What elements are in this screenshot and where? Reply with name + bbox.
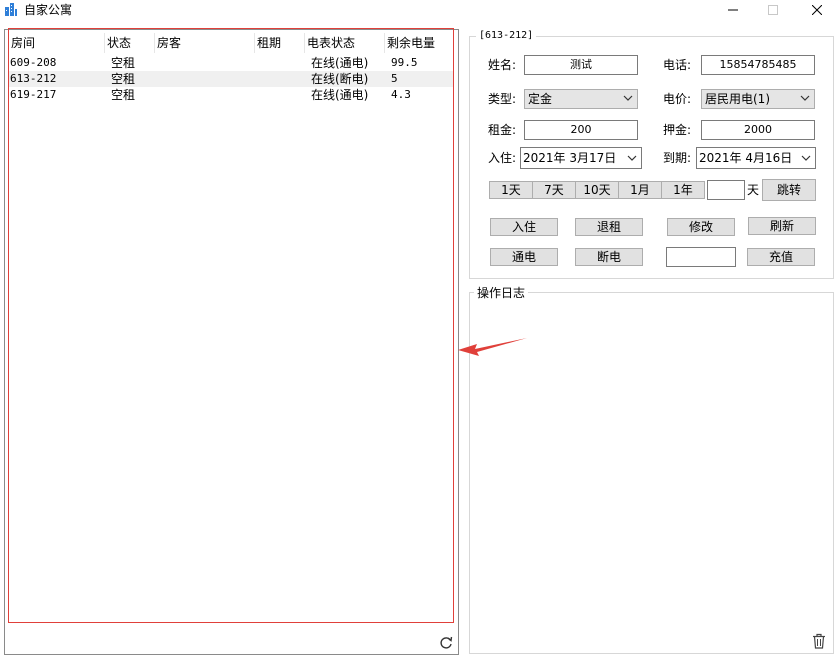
- rent-label: 租金:: [488, 123, 517, 137]
- checkin-date-picker[interactable]: 2021年 3月17日: [520, 147, 642, 169]
- chevron-down-icon: [627, 155, 637, 161]
- type-select[interactable]: 定金: [524, 89, 638, 109]
- expire-label: 到期:: [663, 151, 692, 165]
- annotation-arrow: [458, 338, 527, 356]
- maximize-button[interactable]: [750, 0, 796, 20]
- phone-label: 电话:: [663, 58, 692, 72]
- period-1-month-button[interactable]: 1月: [618, 181, 662, 199]
- expire-date-picker[interactable]: 2021年 4月16日: [696, 147, 816, 169]
- period-10-day-button[interactable]: 10天: [575, 181, 619, 199]
- trash-icon[interactable]: [812, 633, 826, 649]
- deposit-input[interactable]: 2000: [701, 120, 815, 140]
- modify-button[interactable]: 修改: [667, 218, 735, 236]
- room-detail-title: [613-212]: [476, 30, 537, 42]
- power-on-button[interactable]: 通电: [490, 248, 558, 266]
- chevron-down-icon: [623, 95, 633, 101]
- name-input[interactable]: 测试: [524, 55, 638, 75]
- checkout-button[interactable]: 退租: [575, 218, 643, 236]
- window-title: 自家公寓: [24, 3, 73, 17]
- expire-date-value: 2021年 4月16日: [699, 151, 793, 165]
- price-select[interactable]: 居民用电(1): [701, 89, 815, 109]
- refresh-button[interactable]: 刷新: [748, 217, 816, 235]
- jump-button[interactable]: 跳转: [762, 179, 816, 201]
- type-label: 类型:: [488, 92, 517, 106]
- price-label: 电价:: [663, 92, 692, 106]
- price-select-value: 居民用电(1): [705, 92, 770, 106]
- period-7-day-button[interactable]: 7天: [532, 181, 576, 199]
- close-icon: [812, 5, 822, 15]
- period-1-day-button[interactable]: 1天: [489, 181, 533, 199]
- name-label: 姓名:: [488, 58, 517, 72]
- phone-input[interactable]: 15854785485: [701, 55, 815, 75]
- checkin-button[interactable]: 入住: [490, 218, 558, 236]
- rent-input[interactable]: 200: [524, 120, 638, 140]
- period-1-year-button[interactable]: 1年: [661, 181, 705, 199]
- refresh-icon[interactable]: [439, 636, 453, 650]
- days-input[interactable]: [707, 180, 745, 200]
- annotation-highlight-box: [8, 28, 454, 623]
- checkin-date-value: 2021年 3月17日: [523, 151, 617, 165]
- days-unit-label: 天: [747, 183, 760, 197]
- minimize-icon: [728, 9, 738, 11]
- power-off-button[interactable]: 断电: [575, 248, 643, 266]
- building-icon: [5, 3, 17, 16]
- recharge-amount-input[interactable]: [666, 247, 736, 267]
- deposit-label: 押金:: [663, 123, 692, 137]
- close-button[interactable]: [794, 0, 840, 20]
- type-select-value: 定金: [528, 92, 553, 106]
- recharge-button[interactable]: 充值: [747, 248, 815, 266]
- chevron-down-icon: [801, 155, 811, 161]
- maximize-icon: [768, 5, 778, 15]
- checkin-label: 入住:: [488, 151, 517, 165]
- operation-log-title: 操作日志: [474, 286, 529, 300]
- chevron-down-icon: [800, 95, 810, 101]
